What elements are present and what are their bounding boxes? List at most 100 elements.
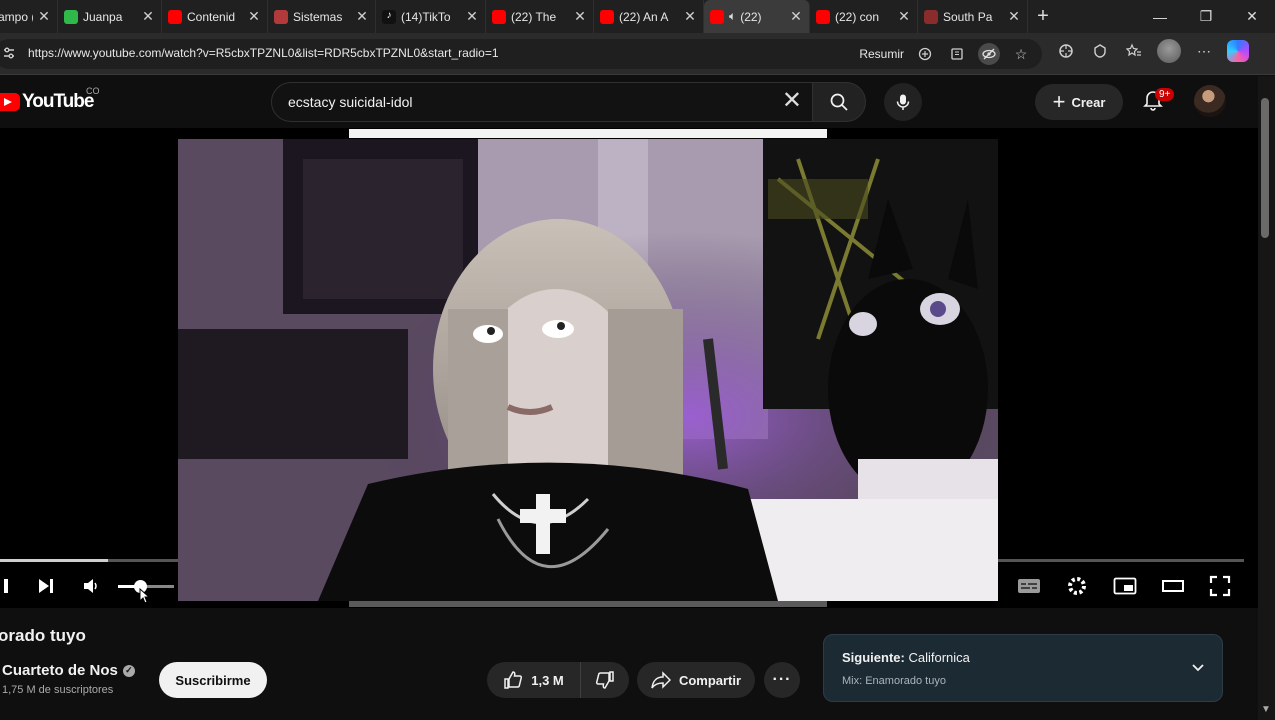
- url-text[interactable]: https://www.youtube.com/watch?v=R5cbxTPZ…: [28, 46, 499, 60]
- progress-bar[interactable]: [0, 559, 178, 562]
- close-tab-icon[interactable]: ✕: [1007, 8, 1021, 25]
- progress-bar-remaining[interactable]: [998, 559, 1244, 562]
- scrollbar-thumb[interactable]: [1261, 98, 1269, 238]
- settings-button[interactable]: [1064, 572, 1090, 600]
- search-button[interactable]: [812, 82, 866, 122]
- video-still-image: [178, 139, 998, 601]
- tab-title: (22) The: [511, 9, 557, 24]
- channel-name[interactable]: Cuarteto de Nos ✓: [2, 662, 135, 679]
- close-tab-icon[interactable]: ✕: [355, 8, 369, 25]
- close-tab-icon[interactable]: ✕: [141, 8, 155, 25]
- mute-button[interactable]: [78, 572, 104, 600]
- site-info-icon[interactable]: [2, 46, 16, 60]
- country-code: CO: [86, 86, 100, 96]
- video-bottom-bar: [349, 601, 827, 607]
- theater-mode-icon: [1162, 580, 1184, 592]
- close-tab-icon[interactable]: ✕: [897, 8, 911, 25]
- tab-title: (22): [740, 9, 762, 24]
- pause-button[interactable]: [0, 572, 12, 600]
- thumbs-down-icon: [595, 671, 614, 689]
- video-title: orado tuyo: [0, 626, 86, 645]
- settings-more-icon[interactable]: ⋯: [1193, 40, 1215, 62]
- close-tab-icon[interactable]: ✕: [573, 8, 587, 25]
- favorite-star-icon[interactable]: ☆: [1010, 43, 1032, 65]
- account-avatar[interactable]: [1194, 85, 1226, 117]
- dislike-button[interactable]: [581, 662, 629, 698]
- tab-2[interactable]: Contenid ✕: [162, 0, 268, 33]
- search-input[interactable]: ecstacy suicidal-idol ✕: [271, 82, 813, 122]
- up-next-title[interactable]: Siguiente: Californica: [842, 650, 970, 665]
- k-favicon-icon: [64, 9, 78, 24]
- tab-title: Sistemas: [293, 9, 343, 24]
- reader-view-icon[interactable]: [946, 43, 968, 65]
- subtitles-button[interactable]: [1016, 572, 1042, 600]
- tab-title: ampo (: [0, 9, 33, 24]
- close-window-icon[interactable]: ✕: [1229, 0, 1275, 33]
- next-video-button[interactable]: [32, 572, 60, 600]
- channel-name-text[interactable]: Cuarteto de Nos: [2, 662, 118, 679]
- southpark-favicon-icon: [924, 9, 938, 24]
- create-button[interactable]: + Crear: [1035, 84, 1123, 120]
- subscriber-count: 1,75 M de suscriptores: [2, 684, 114, 696]
- copilot-icon[interactable]: [1227, 40, 1249, 62]
- close-tab-icon[interactable]: ✕: [683, 8, 697, 25]
- up-next-video-title: Californica: [908, 650, 970, 665]
- scroll-down-arrow-icon[interactable]: ▼: [1260, 704, 1272, 716]
- tab-9[interactable]: South Pa ✕: [918, 0, 1028, 33]
- new-tab-plus-icon[interactable]: +: [1028, 5, 1058, 28]
- share-arrow-icon: [651, 671, 671, 689]
- video-player[interactable]: [0, 128, 1258, 608]
- tab-3[interactable]: Sistemas ✕: [268, 0, 376, 33]
- favorites-icon[interactable]: [1123, 40, 1145, 62]
- translate-icon[interactable]: [914, 43, 936, 65]
- extensions-icon[interactable]: [1055, 40, 1077, 62]
- doc-favicon-icon: [274, 9, 288, 24]
- tab-0[interactable]: ampo ( ✕: [0, 0, 58, 33]
- tab-7-active[interactable]: 🔈︎ (22) ✕: [704, 0, 810, 33]
- progress-played: [0, 559, 108, 562]
- browser-essentials-icon[interactable]: [1089, 40, 1111, 62]
- tab-title: South Pa: [943, 9, 993, 24]
- plus-icon: +: [1052, 89, 1066, 114]
- miniplayer-button[interactable]: [1111, 572, 1139, 600]
- tab-4[interactable]: ♪ (14)TikTo ✕: [376, 0, 486, 33]
- share-button[interactable]: Compartir: [637, 662, 755, 698]
- close-tab-icon[interactable]: ✕: [247, 8, 261, 25]
- chevron-down-icon[interactable]: [1190, 659, 1206, 675]
- youtube-header: YouTube CO ecstacy suicidal-idol ✕ + Cre…: [0, 76, 1258, 128]
- youtube-logo[interactable]: YouTube CO: [0, 86, 100, 113]
- tab-strip: ampo ( ✕ Juanpa ✕ Contenid ✕ Sistemas ✕ …: [0, 0, 1275, 33]
- tab-title: (22) con: [835, 9, 880, 24]
- fullscreen-button[interactable]: [1206, 572, 1234, 600]
- voice-search-button[interactable]: [884, 83, 922, 121]
- browser-window: ampo ( ✕ Juanpa ✕ Contenid ✕ Sistemas ✕ …: [0, 0, 1275, 720]
- close-tab-icon[interactable]: ✕: [37, 8, 51, 25]
- subtitles-icon: [1018, 579, 1040, 593]
- tab-6[interactable]: (22) An A ✕: [594, 0, 704, 33]
- tracking-prevention-icon[interactable]: [978, 43, 1000, 65]
- tab-5[interactable]: (22) The ✕: [486, 0, 594, 33]
- subscribe-button[interactable]: Suscribirme: [159, 662, 267, 698]
- profile-avatar[interactable]: [1157, 39, 1181, 63]
- restore-icon[interactable]: ❐: [1183, 0, 1229, 33]
- close-tab-icon[interactable]: ✕: [465, 8, 479, 25]
- youtube-play-logo-icon: [0, 93, 20, 111]
- resume-label[interactable]: Resumir: [859, 47, 904, 61]
- up-next-card[interactable]: Siguiente: Californica Mix: Enamorado tu…: [823, 634, 1223, 702]
- like-button[interactable]: 1,3 M: [487, 662, 581, 698]
- theater-mode-button[interactable]: [1159, 572, 1187, 600]
- search-icon: [830, 93, 848, 111]
- tab-title: Juanpa: [83, 9, 123, 24]
- tab-1[interactable]: Juanpa ✕: [58, 0, 162, 33]
- address-bar[interactable]: https://www.youtube.com/watch?v=R5cbxTPZ…: [0, 39, 1042, 69]
- search-query[interactable]: ecstacy suicidal-idol: [288, 94, 413, 110]
- close-tab-icon[interactable]: ✕: [789, 8, 803, 25]
- tab-8[interactable]: (22) con ✕: [810, 0, 918, 33]
- youtube-wordmark: YouTube: [22, 91, 94, 112]
- more-actions-button[interactable]: ···: [764, 662, 800, 698]
- video-frame[interactable]: [178, 139, 998, 601]
- verified-check-icon: ✓: [122, 664, 135, 677]
- speaker-icon[interactable]: 🔈︎: [729, 9, 736, 24]
- clear-search-icon[interactable]: ✕: [782, 89, 802, 113]
- minimize-icon[interactable]: —: [1137, 0, 1183, 33]
